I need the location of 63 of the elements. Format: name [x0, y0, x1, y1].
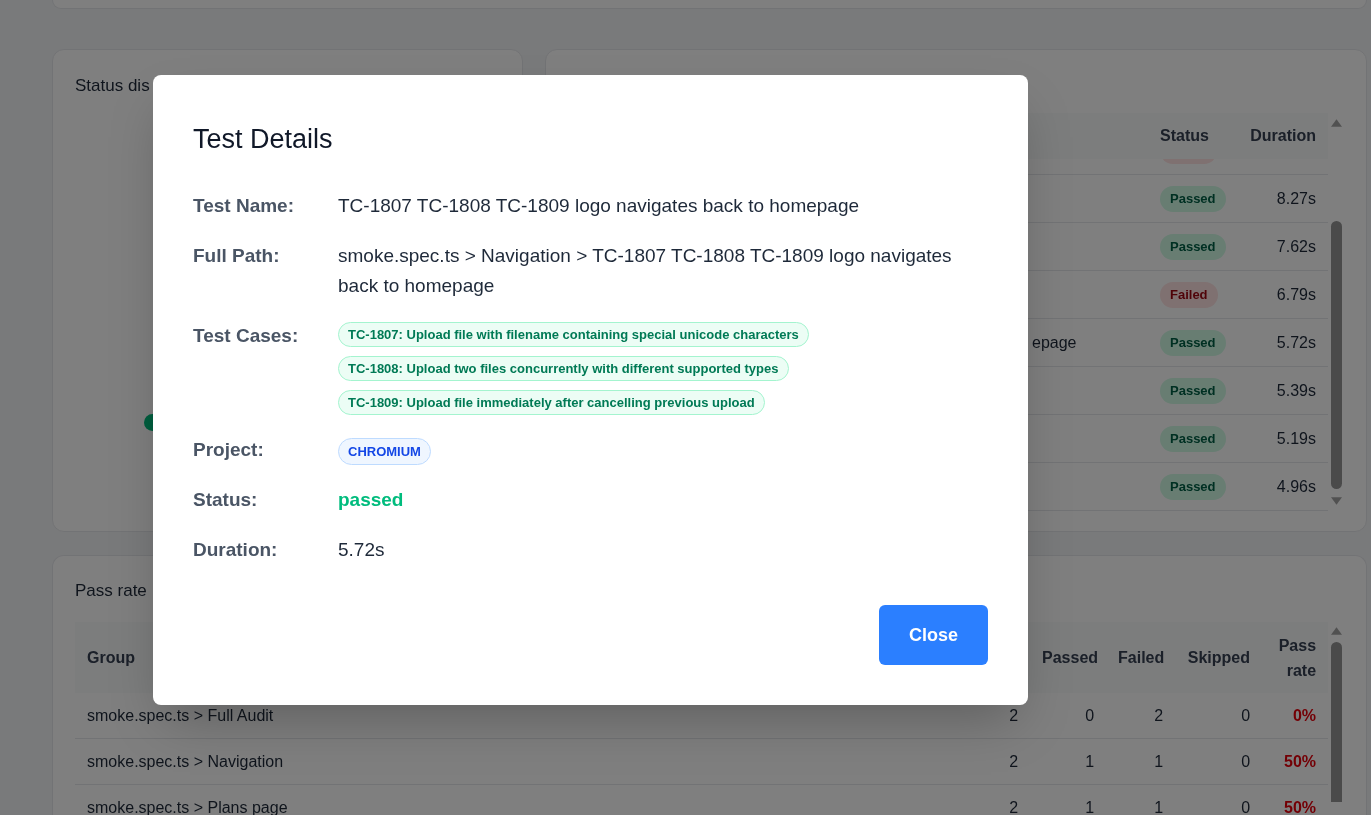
table-cell-text: 0 [1240, 706, 1252, 725]
column-header: Failed [1117, 647, 1166, 668]
table-cell-text: 5.39s [1275, 380, 1317, 401]
field-label: Status: [193, 488, 259, 512]
close-button[interactable]: Close [878, 605, 988, 665]
column-header: Status [1159, 126, 1210, 146]
test-case-tag: TC-1808: Upload two files concurrently with different supported types [338, 356, 789, 381]
table-cell-text: 0% [1291, 706, 1318, 725]
table-cell-text: smoke.spec.ts > Full Audit [86, 706, 275, 725]
column-header: Passed [1041, 647, 1100, 668]
table-cell-text: smoke.spec.ts > Plans page [86, 798, 289, 815]
field-value: TC-1807 TC-1808 TC-1809 logo navigates back to homepage [338, 194, 861, 218]
field-label: Test Name: [193, 194, 295, 218]
status-badge: Failed [1160, 281, 1218, 308]
status-badge: Passed [1160, 473, 1226, 500]
field-label: Duration: [193, 538, 279, 562]
table-cell-text: 0 [1240, 752, 1252, 771]
table-cell-text: 7.62s [1275, 236, 1317, 257]
table-cell-text: 2 [1008, 798, 1020, 815]
status-badge: Passed [1160, 425, 1226, 452]
card-title: Status dis [75, 75, 150, 97]
status-badge: Passed [1160, 185, 1226, 212]
table-cell-text: 50% [1283, 798, 1318, 815]
test-case-tag: TC-1807: Upload file with filename containing special unicode characters [338, 322, 809, 347]
table-cell-text: 6.79s [1275, 284, 1317, 305]
status-value: passed [338, 488, 404, 512]
table-cell-text: 5.19s [1275, 428, 1317, 449]
table-cell-text: 2 [1008, 706, 1020, 725]
field-label: Test Cases: [193, 324, 300, 348]
scroll-down-icon[interactable] [1330, 497, 1342, 505]
column-header: Group [87, 648, 135, 666]
table-cell: epage [1032, 333, 1077, 351]
column-header: Pass rate [1277, 635, 1318, 681]
table-cell-text: 4.96s [1275, 476, 1317, 497]
table-cell-text: 0 [1084, 706, 1096, 725]
table-cell-text: 8.27s [1275, 188, 1317, 209]
column-header: Duration [1249, 126, 1317, 146]
table-cell-text: 0 [1240, 798, 1252, 815]
test-case-tag: TC-1809: Upload file immediately after cancelling previous upload [338, 390, 765, 415]
table-cell-text: 1 [1153, 798, 1165, 815]
column-header: Skipped [1186, 647, 1252, 668]
scroll-up-icon[interactable] [1330, 627, 1342, 635]
table-cell-text: 1 [1084, 752, 1096, 771]
scrollbar-thumb[interactable] [1330, 642, 1342, 802]
table-cell-text: 2 [1153, 706, 1165, 725]
table-cell-text: 5.72s [1275, 332, 1317, 353]
field-value: 5.72s [338, 538, 386, 562]
field-label: Project: [193, 438, 265, 462]
status-badge: Passed [1160, 329, 1226, 356]
scroll-up-icon[interactable] [1330, 119, 1342, 127]
table-cell-text: 2 [1008, 752, 1020, 771]
table-cell-text: 1 [1084, 798, 1096, 815]
scrollbar-thumb[interactable] [1330, 221, 1342, 489]
dialog-title: Test Details [193, 123, 333, 156]
card-title: Pass rate [75, 580, 147, 602]
table-cell-text: 50% [1283, 752, 1318, 771]
status-badge: Passed [1160, 233, 1226, 260]
project-tag: CHROMIUM [338, 438, 431, 465]
table-cell-text: 1 [1153, 752, 1165, 771]
table-cell-text: smoke.spec.ts > Navigation [86, 752, 285, 771]
field-label: Full Path: [193, 244, 281, 268]
field-value: smoke.spec.ts > Navigation > TC-1807 TC-1808 TC-1809 logo navigates back to homepage [338, 244, 953, 298]
status-badge: Passed [1160, 377, 1226, 404]
